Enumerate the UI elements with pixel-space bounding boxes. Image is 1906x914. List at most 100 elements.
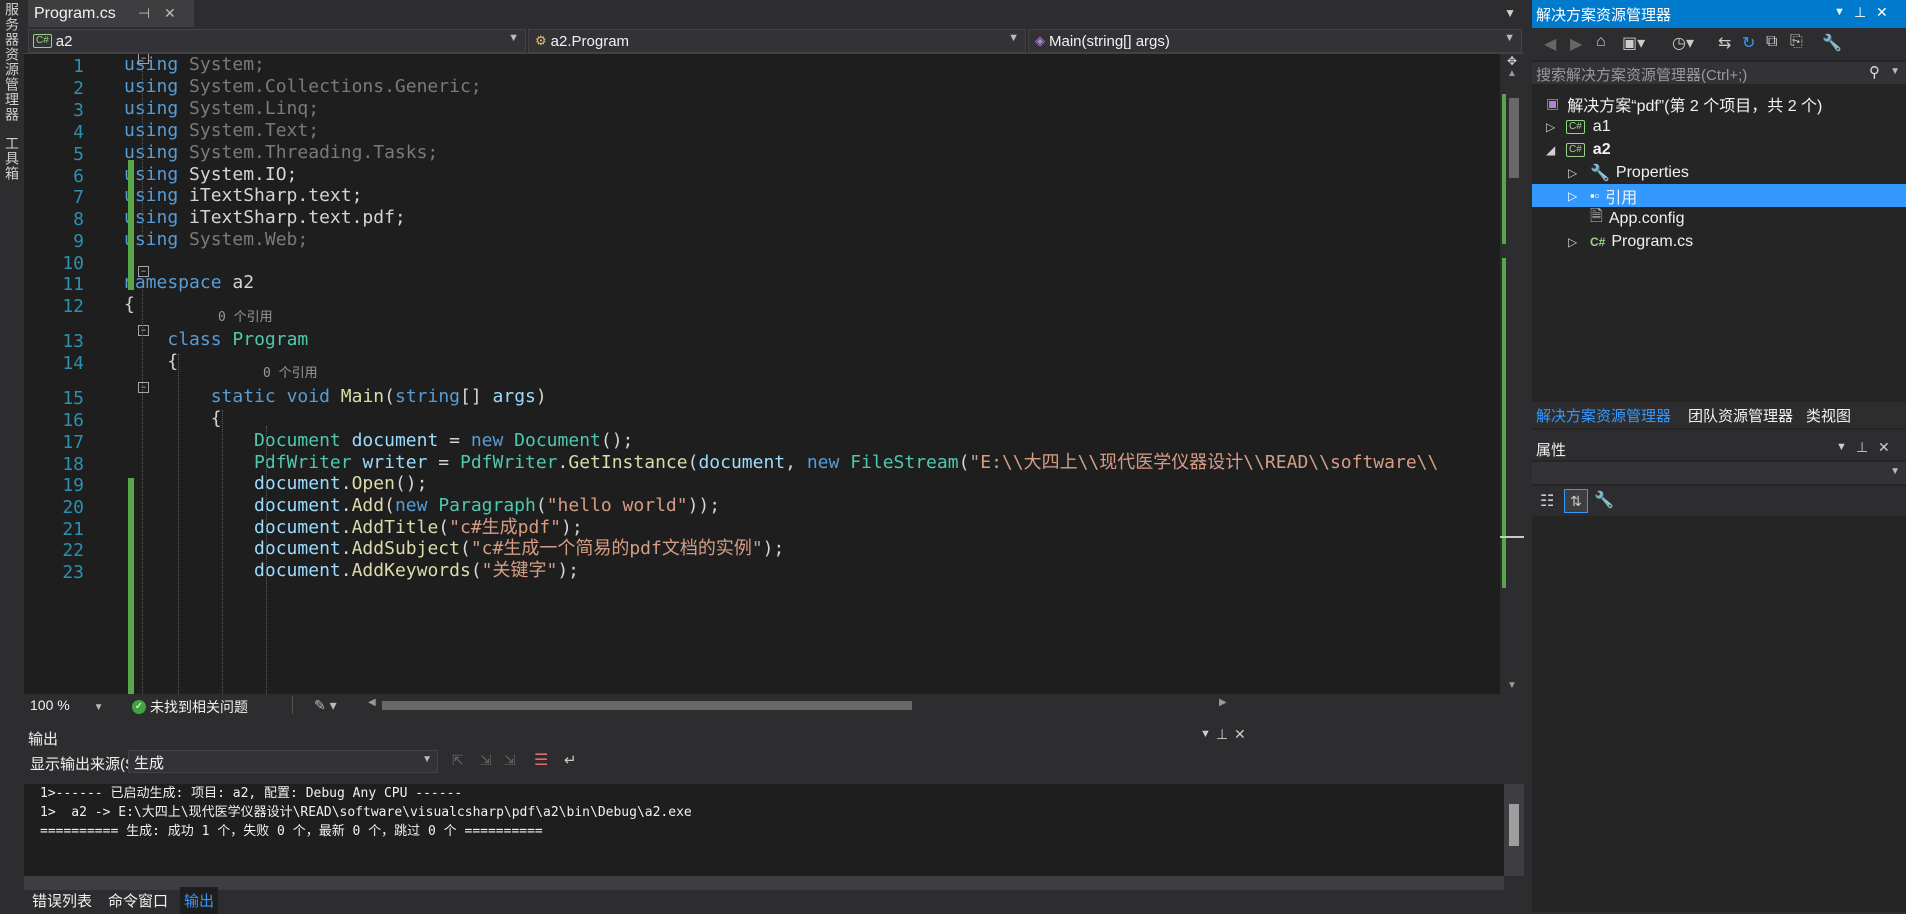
properties-object-dropdown[interactable]: ▼ [1532, 462, 1906, 484]
code-token: { [124, 294, 135, 315]
scroll-right-icon[interactable]: ▶ [1219, 697, 1227, 708]
collapse-icon[interactable]: − [138, 54, 149, 64]
scroll-down-icon[interactable]: ▼ [1507, 680, 1517, 691]
clear-all-icon[interactable]: ☰ [534, 750, 548, 770]
pin-icon[interactable]: ⊥ [1854, 4, 1866, 21]
solution-icon: ▣ [1546, 95, 1560, 111]
code-line[interactable]: { [124, 349, 178, 375]
output-source-dropdown[interactable]: 生成 ▼ [128, 750, 438, 773]
alphabetical-icon[interactable]: ⇅ [1564, 489, 1588, 513]
code-token: void [286, 386, 330, 407]
tree-item-solution[interactable]: ▣ 解决方案“pdf”(第 2 个项目，共 2 个) [1532, 92, 1906, 115]
tree-item-program-cs[interactable]: ▷ C# Program.cs [1532, 230, 1906, 253]
refresh-icon[interactable]: ↻ [1742, 33, 1755, 53]
categorized-icon[interactable]: ☷ [1540, 491, 1554, 511]
tab-overflow-chevron-icon[interactable]: ▼ [1504, 6, 1516, 20]
tree-item-references[interactable]: ▷ ▪▫ 引用 [1532, 184, 1906, 207]
collapse-icon[interactable]: − [138, 382, 149, 393]
panel-menu-icon[interactable]: ▼ [1836, 441, 1847, 453]
go-to-next-message-icon[interactable]: ⇲ [480, 752, 492, 769]
property-pages-icon[interactable]: 🔧 [1594, 490, 1614, 510]
code-line[interactable]: { [124, 292, 135, 318]
close-icon[interactable]: ✕ [1234, 726, 1246, 743]
scroll-caret-marker [1500, 536, 1524, 538]
pin-icon[interactable]: ⊥ [1856, 439, 1868, 456]
line-number: 19 [62, 475, 84, 496]
code-token: System.IO; [178, 164, 298, 185]
tree-item-properties[interactable]: ▷ 🔧 Properties [1532, 161, 1906, 184]
expand-icon[interactable]: ▷ [1568, 189, 1577, 203]
properties-toolbar: ☷ ⇅ 🔧 [1532, 486, 1906, 516]
collapse-icon[interactable]: − [138, 266, 149, 277]
forward-icon[interactable]: ▶ [1570, 34, 1582, 54]
tree-item-label: App.config [1608, 209, 1685, 227]
project-dropdown[interactable]: C# a2 ▼ [28, 29, 526, 53]
back-icon[interactable]: ◀ [1544, 34, 1556, 54]
tab-team-explorer[interactable]: 团队资源管理器 [1688, 405, 1793, 426]
output-vertical-scrollbar[interactable] [1504, 784, 1524, 876]
solution-search-box[interactable]: 搜索解决方案资源管理器(Ctrl+;) ⚲ ▼ [1532, 62, 1906, 84]
tree-item-app-config[interactable]: 🗎 App.config [1532, 207, 1906, 230]
member-dropdown[interactable]: ◈ Main(string[] args) ▼ [1028, 29, 1522, 53]
line-number: 1 [73, 56, 84, 77]
tree-item-a1[interactable]: ▷ C# a1 [1532, 115, 1906, 138]
horizontal-scrollbar-thumb[interactable] [382, 701, 912, 710]
show-all-files-icon[interactable]: ⎘ [1790, 33, 1803, 51]
home-icon[interactable]: ⌂ [1596, 33, 1606, 51]
tab-output[interactable]: 输出 [180, 887, 219, 914]
tree-item-label: 引用 [1605, 189, 1638, 207]
scrollbar-thumb[interactable] [1509, 98, 1519, 178]
tab-class-view[interactable]: 类视图 [1806, 405, 1851, 426]
tab-command-window[interactable]: 命令窗口 [108, 890, 168, 911]
close-icon[interactable]: ✕ [1876, 4, 1888, 21]
pending-changes-icon[interactable]: ◷▾ [1672, 33, 1694, 53]
close-icon[interactable]: ✕ [1878, 439, 1890, 456]
switch-views-icon[interactable]: ▣▾ [1622, 33, 1645, 53]
zoom-value: 100 % [30, 697, 70, 713]
tab-solution-explorer[interactable]: 解决方案资源管理器 [1536, 405, 1671, 426]
code-lens-references[interactable]: 0 个引用 [218, 306, 273, 325]
editor-vertical-scrollbar[interactable]: ✥ ▲ ▼ [1500, 54, 1524, 694]
zoom-dropdown[interactable]: 100 % ▼ [30, 697, 104, 713]
code-lens-references[interactable]: 0 个引用 [263, 362, 318, 381]
scroll-up-icon[interactable]: ▲ [1507, 68, 1517, 79]
properties-wrench-icon[interactable]: 🔧 [1822, 33, 1842, 53]
collapse-icon[interactable]: − [138, 325, 149, 336]
pin-icon[interactable]: ⊥ [1216, 726, 1228, 743]
panel-menu-icon[interactable]: ▼ [1200, 728, 1211, 740]
search-icon[interactable]: ⚲ [1869, 63, 1880, 81]
expand-icon[interactable]: ▷ [1546, 120, 1555, 134]
output-horizontal-scrollbar[interactable] [24, 876, 1504, 890]
line-number: 15 [62, 388, 84, 409]
pin-icon[interactable]: ⊣ [138, 5, 150, 22]
properties-titlebar: 属性 ▼ ⊥ ✕ [1532, 436, 1906, 460]
server-explorer-tab[interactable]: 服务器资源管理器 [2, 2, 22, 122]
toggle-word-wrap-icon[interactable]: ↵ [564, 751, 577, 769]
chevron-down-icon[interactable]: ▼ [1890, 66, 1900, 77]
split-icon[interactable]: ✥ [1507, 54, 1517, 68]
expand-icon[interactable]: ▷ [1568, 166, 1577, 180]
tab-error-list[interactable]: 错误列表 [32, 890, 92, 911]
scrollbar-thumb[interactable] [1509, 804, 1519, 846]
expand-icon[interactable]: ▷ [1568, 235, 1577, 249]
brush-dropdown-icon[interactable]: ✎ ▾ [314, 697, 337, 714]
scroll-left-icon[interactable]: ◀ [368, 697, 376, 708]
sync-icon[interactable]: ⇆ [1718, 33, 1731, 53]
go-to-previous-message-icon[interactable]: ⇱ [452, 752, 464, 769]
class-dropdown[interactable]: ⚙ a2.Program ▼ [528, 29, 1026, 53]
code-token: AddSubject [351, 538, 460, 559]
document-tab-program-cs[interactable]: Program.cs ⊣ ✕ [28, 0, 194, 27]
find-message-icon[interactable]: ⇲ [504, 752, 516, 769]
toolbox-tab[interactable]: 工具箱 [2, 136, 22, 181]
collapse-all-icon[interactable]: ⧉ [1766, 33, 1777, 51]
panel-menu-icon[interactable]: ▼ [1834, 6, 1845, 18]
collapse-icon[interactable]: ◢ [1546, 143, 1555, 157]
issues-indicator[interactable]: ✓ 未找到相关问题 [132, 697, 248, 717]
code-line[interactable]: using System.Web; [124, 227, 308, 253]
tree-item-a2[interactable]: ◢ C# a2 [1532, 138, 1906, 161]
code-token: a2 [221, 272, 255, 293]
close-icon[interactable]: ✕ [164, 5, 176, 22]
code-line[interactable]: document.AddKeywords("关键字"); [124, 558, 579, 584]
code-editor[interactable]: 1 2 3 4 5 6 7 8 9 10 11 12 13 14 15 16 17 18 19 20 21 22 23 us… [24, 54, 1524, 694]
